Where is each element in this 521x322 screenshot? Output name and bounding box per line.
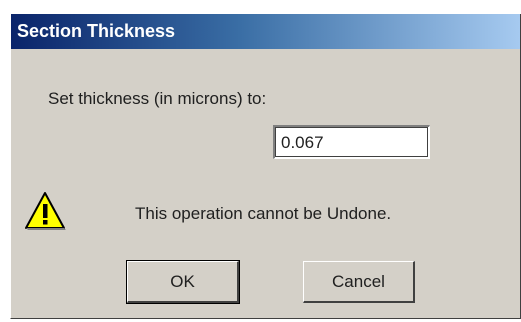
warning-message: This operation cannot be Undone. (135, 204, 392, 223)
warning-icon (25, 192, 66, 230)
section-thickness-dialog: Section Thickness Set thickness (in micr… (10, 14, 521, 319)
thickness-input[interactable] (273, 125, 430, 159)
ok-button[interactable]: OK (126, 260, 240, 304)
dialog-title: Section Thickness (17, 21, 176, 41)
dialog-titlebar[interactable]: Section Thickness (11, 14, 520, 49)
cancel-button[interactable]: Cancel (303, 261, 415, 303)
thickness-prompt-label: Set thickness (in microns) to: (48, 89, 267, 108)
